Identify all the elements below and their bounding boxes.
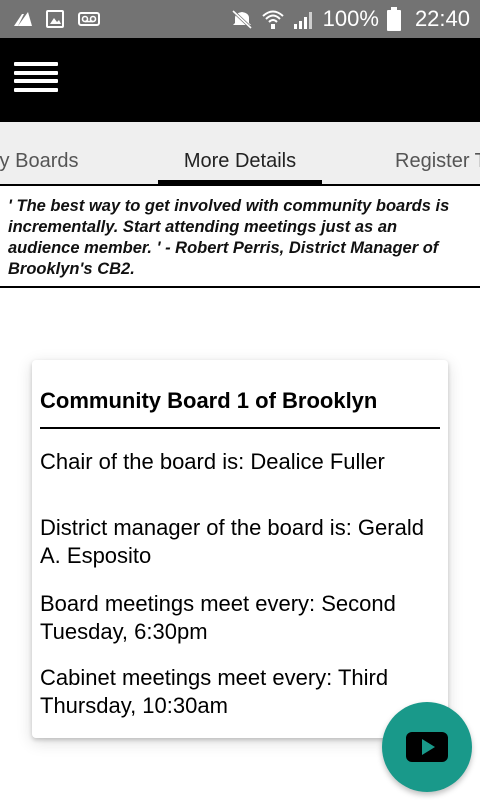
status-right: 100% 22:40 xyxy=(231,0,470,38)
clock: 22:40 xyxy=(414,6,470,31)
wifi-icon xyxy=(261,8,285,30)
district-manager-text: District manager of the board is: Gerald… xyxy=(40,515,424,568)
status-left xyxy=(14,0,100,38)
battery-icon xyxy=(386,7,401,31)
status-bar: 100% 22:40 xyxy=(0,0,480,38)
battery-percent: 100% xyxy=(322,6,379,31)
voicemail-icon xyxy=(78,12,100,26)
hamburger-menu-icon[interactable] xyxy=(14,62,58,98)
play-icon xyxy=(405,731,449,763)
board-meetings-text: Board meetings meet every: Second Tuesda… xyxy=(40,591,396,644)
quote-text: ' The best way to get involved with comm… xyxy=(8,197,450,278)
tab-register[interactable]: Register T xyxy=(395,150,480,173)
image-icon xyxy=(46,10,64,28)
cabinet-meetings-text: Cabinet meetings meet every: Third Thurs… xyxy=(40,665,389,718)
app-bar xyxy=(0,38,480,122)
mute-icon xyxy=(231,9,253,29)
tab-bar: ty Boards More Details Register T xyxy=(0,122,480,184)
quote-banner: ' The best way to get involved with comm… xyxy=(0,184,480,288)
play-video-button[interactable] xyxy=(382,702,472,792)
chair-text: Chair of the board is: Dealice Fuller xyxy=(40,449,385,474)
board-details-card: Community Board 1 of Brooklyn Chair of t… xyxy=(32,360,448,738)
signal-bars-icon xyxy=(14,12,32,26)
tab-community-boards[interactable]: ty Boards xyxy=(0,150,94,173)
card-title: Community Board 1 of Brooklyn xyxy=(40,388,378,413)
tab-more-details[interactable]: More Details xyxy=(158,150,322,173)
cell-signal-icon xyxy=(293,9,315,29)
card-divider xyxy=(40,427,440,429)
